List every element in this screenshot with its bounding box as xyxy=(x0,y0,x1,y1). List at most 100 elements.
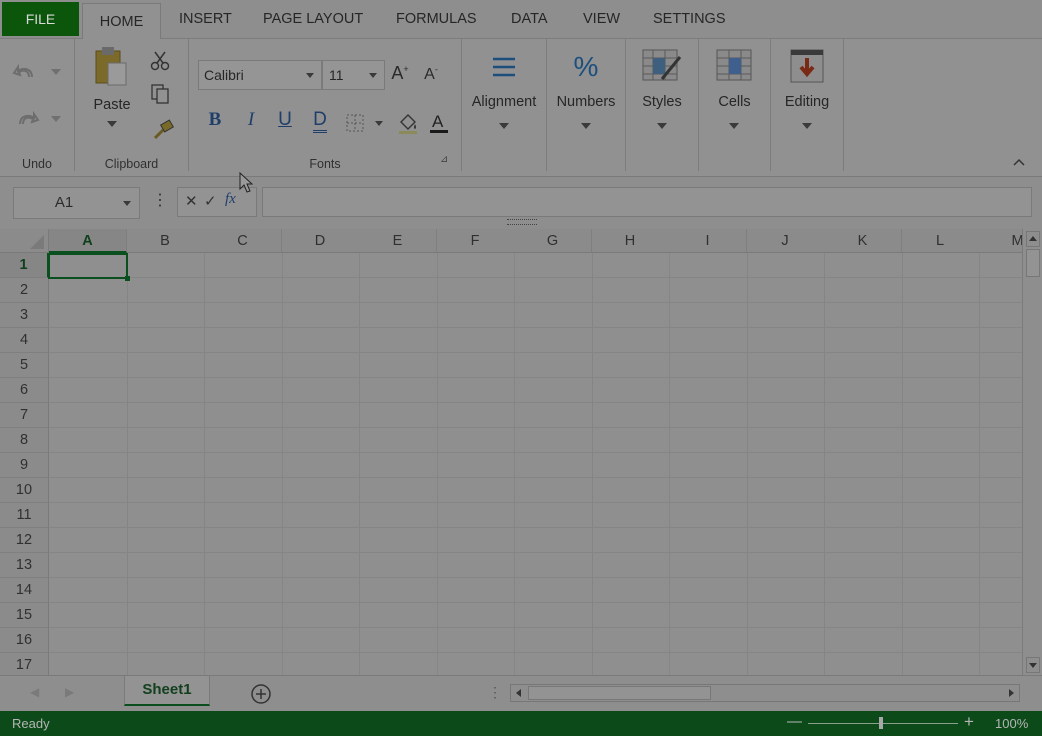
row-header-15[interactable]: 15 xyxy=(0,603,49,628)
cells-button[interactable]: Cells xyxy=(699,45,770,150)
insert-function-icon[interactable]: fx xyxy=(225,191,236,208)
fill-handle[interactable] xyxy=(125,276,130,281)
horizontal-scroll-thumb[interactable] xyxy=(528,686,711,700)
scroll-left-button[interactable] xyxy=(513,687,525,699)
font-dialog-launcher-icon[interactable]: ⊿ xyxy=(440,154,448,165)
zoom-in-icon[interactable]: + xyxy=(964,712,974,732)
row-header-10[interactable]: 10 xyxy=(0,478,49,503)
next-sheet-icon[interactable]: ▶ xyxy=(65,685,74,699)
column-header-b[interactable]: B xyxy=(126,229,205,253)
column-header-c[interactable]: C xyxy=(204,229,282,253)
row-header-17[interactable]: 17 xyxy=(0,653,49,675)
row-header-13[interactable]: 13 xyxy=(0,553,49,578)
row-header-14[interactable]: 14 xyxy=(0,578,49,603)
row-header-6[interactable]: 6 xyxy=(0,378,49,403)
column-header-e[interactable]: E xyxy=(359,229,437,253)
collapse-ribbon-button[interactable] xyxy=(1012,155,1026,170)
select-all-corner[interactable] xyxy=(0,229,49,253)
row-header-2[interactable]: 2 xyxy=(0,278,49,303)
redo-dropdown-caret[interactable] xyxy=(51,116,61,122)
more-options-icon[interactable]: ⋮ xyxy=(152,191,168,211)
undo-dropdown-caret[interactable] xyxy=(51,69,61,75)
column-header-h[interactable]: H xyxy=(591,229,670,253)
vertical-scrollbar[interactable] xyxy=(1022,229,1042,675)
zoom-slider[interactable] xyxy=(808,723,958,724)
decrease-font-size-button[interactable]: A- xyxy=(418,63,444,85)
zoom-out-icon[interactable]: — xyxy=(787,713,802,730)
row-header-11[interactable]: 11 xyxy=(0,503,49,528)
styles-button[interactable]: Styles xyxy=(626,45,698,150)
column-header-d[interactable]: D xyxy=(281,229,360,253)
scroll-down-button[interactable] xyxy=(1026,657,1040,673)
paste-button[interactable]: Paste xyxy=(92,45,132,135)
increase-font-size-button[interactable]: A+ xyxy=(387,63,413,85)
add-sheet-button[interactable] xyxy=(250,683,272,708)
italic-button[interactable]: I xyxy=(238,109,264,131)
grid-column-line xyxy=(746,253,748,675)
format-painter-button[interactable] xyxy=(152,119,175,144)
column-header-m[interactable]: M xyxy=(979,229,1022,253)
copy-button[interactable] xyxy=(150,83,170,108)
row-header-8[interactable]: 8 xyxy=(0,428,49,453)
zoom-level: 100% xyxy=(995,716,1029,731)
borders-button[interactable] xyxy=(345,113,365,136)
sheet-tab-sheet1[interactable]: Sheet1 xyxy=(124,676,210,706)
tab-data[interactable]: DATA xyxy=(511,0,548,38)
enter-icon[interactable]: ✓ xyxy=(204,192,217,210)
splitter-handle-icon[interactable]: ⋮ xyxy=(488,684,502,701)
row-header-7[interactable]: 7 xyxy=(0,403,49,428)
cut-button[interactable] xyxy=(150,51,170,74)
redo-button[interactable] xyxy=(12,108,40,133)
row-header-9[interactable]: 9 xyxy=(0,453,49,478)
alignment-button[interactable]: Alignment xyxy=(462,45,546,150)
underline-button[interactable]: U xyxy=(272,109,298,131)
horizontal-scrollbar[interactable] xyxy=(510,684,1020,702)
tab-file[interactable]: FILE xyxy=(2,2,79,36)
selected-cell-a1[interactable] xyxy=(48,253,128,279)
bold-button[interactable]: B xyxy=(202,109,228,131)
column-header-a[interactable]: A xyxy=(49,229,127,253)
editing-button[interactable]: Editing xyxy=(771,45,843,150)
chevron-up-icon xyxy=(1013,158,1025,166)
column-header-g[interactable]: G xyxy=(514,229,592,253)
tab-insert[interactable]: INSERT xyxy=(179,0,232,38)
scroll-up-button[interactable] xyxy=(1026,231,1040,247)
formula-bar-resize-handle[interactable] xyxy=(507,219,537,225)
row-header-5[interactable]: 5 xyxy=(0,353,49,378)
column-header-k[interactable]: K xyxy=(824,229,902,253)
row-header-3[interactable]: 3 xyxy=(0,303,49,328)
tab-formulas[interactable]: FORMULAS xyxy=(396,0,477,38)
column-header-j[interactable]: J xyxy=(746,229,825,253)
row-header-4[interactable]: 4 xyxy=(0,328,49,353)
column-header-i[interactable]: I xyxy=(669,229,747,253)
font-name-select[interactable]: Calibri xyxy=(198,60,322,90)
numbers-button[interactable]: % Numbers xyxy=(547,45,625,150)
tab-settings[interactable]: SETTINGS xyxy=(653,0,726,38)
column-header-l[interactable]: L xyxy=(901,229,980,253)
vertical-scroll-thumb[interactable] xyxy=(1026,249,1040,277)
tab-view[interactable]: VIEW xyxy=(583,0,620,38)
alignment-caret xyxy=(499,123,509,129)
tab-home[interactable]: HOME xyxy=(82,3,161,40)
row-header-16[interactable]: 16 xyxy=(0,628,49,653)
column-header-f[interactable]: F xyxy=(436,229,515,253)
prev-sheet-icon[interactable]: ◀ xyxy=(30,685,39,699)
zoom-slider-thumb[interactable] xyxy=(879,717,883,729)
tab-page-layout[interactable]: PAGE LAYOUT xyxy=(263,0,363,38)
row-header-12[interactable]: 12 xyxy=(0,528,49,553)
font-color-button[interactable]: A xyxy=(429,111,449,138)
cancel-icon[interactable]: ✕ xyxy=(185,192,198,210)
grid-row-line xyxy=(49,477,1022,478)
undo-button[interactable] xyxy=(12,61,40,86)
double-underline-button[interactable]: D xyxy=(307,109,333,133)
styles-icon xyxy=(642,49,682,81)
svg-text:A: A xyxy=(432,112,444,131)
name-box[interactable]: A1 xyxy=(13,187,140,219)
borders-dropdown-caret[interactable] xyxy=(375,121,383,126)
font-size-select[interactable]: 11 xyxy=(322,60,385,90)
grid-row-line xyxy=(49,527,1022,528)
fill-color-button[interactable] xyxy=(397,112,419,137)
formula-input[interactable] xyxy=(262,187,1032,217)
row-header-1[interactable]: 1 xyxy=(0,253,49,278)
scroll-right-button[interactable] xyxy=(1005,687,1017,699)
